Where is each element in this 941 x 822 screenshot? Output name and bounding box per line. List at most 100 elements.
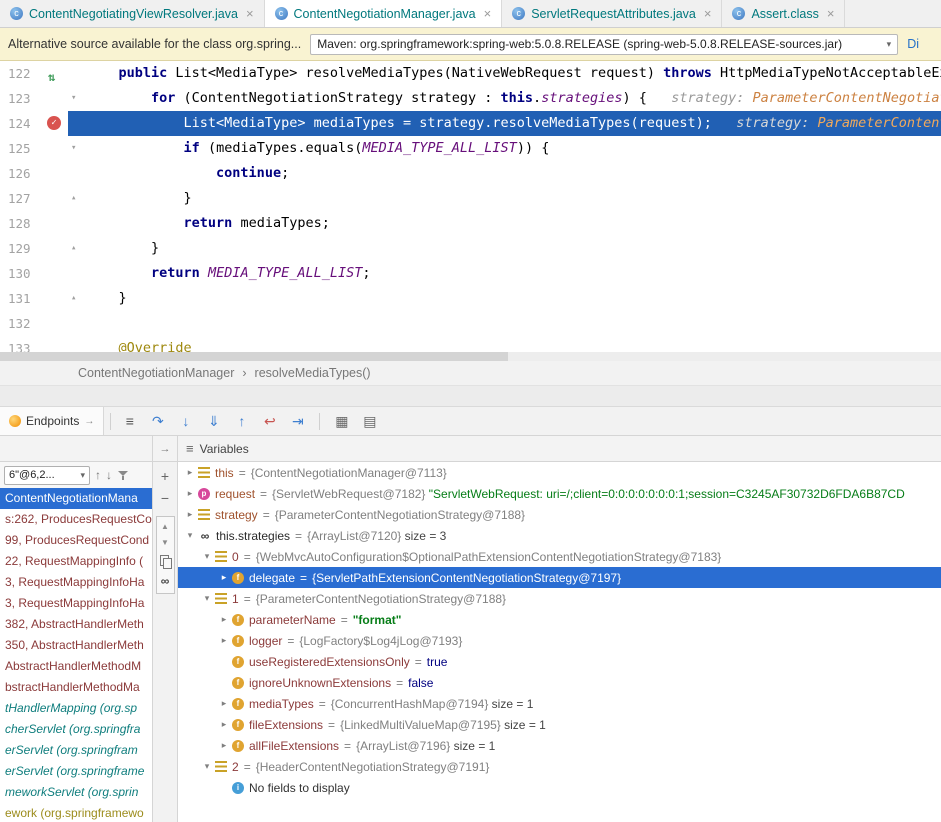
fold-up-icon[interactable]: ▴ — [71, 186, 76, 211]
code-text[interactable]: ▾ for (ContentNegotiationStrategy strate… — [68, 86, 941, 111]
collapse-icon[interactable]: ▾ — [199, 593, 215, 604]
previous-frame-icon[interactable]: ↑ — [95, 468, 101, 482]
code-text[interactable]: public List<MediaType> resolveMediaTypes… — [68, 61, 941, 86]
run-to-cursor-icon[interactable]: ⇥ — [285, 410, 310, 432]
code-text[interactable]: continue; — [68, 161, 941, 186]
fold-down-icon[interactable]: ▾ — [71, 86, 76, 111]
step-over-icon[interactable]: ↷ — [145, 410, 170, 432]
step-out-icon[interactable]: ↑ — [229, 410, 254, 432]
variable-row[interactable]: ▾0={WebMvcAutoConfiguration$OptionalPath… — [178, 546, 941, 567]
expand-icon[interactable]: ▸ — [216, 740, 232, 751]
frame-item[interactable]: erServlet (org.springframe — [0, 761, 152, 782]
code-line[interactable]: 123▾ for (ContentNegotiationStrategy str… — [0, 86, 941, 111]
code-line[interactable]: 132 — [0, 311, 941, 336]
code-line[interactable]: 129▴ } — [0, 236, 941, 261]
close-icon[interactable]: × — [246, 6, 254, 21]
collapse-icon[interactable]: ▾ — [199, 551, 215, 562]
expand-icon[interactable]: ▸ — [216, 698, 232, 709]
remove-watch-icon[interactable]: − — [161, 491, 169, 505]
close-icon[interactable]: × — [484, 6, 492, 21]
frame-item[interactable]: 382, AbstractHandlerMeth — [0, 614, 152, 635]
force-step-into-icon[interactable]: ⇓ — [201, 410, 226, 432]
move-watch-up-icon[interactable]: ▲ — [161, 523, 169, 531]
expand-icon[interactable]: ▸ — [182, 488, 198, 499]
view-options-icon[interactable]: ≡ — [117, 410, 142, 432]
breadcrumb-method[interactable]: resolveMediaTypes() — [255, 366, 371, 380]
frame-item[interactable]: 3, RequestMappingInfoHa — [0, 572, 152, 593]
expand-icon[interactable]: ▸ — [182, 467, 198, 478]
frame-item[interactable]: cherServlet (org.springfra — [0, 719, 152, 740]
code-line[interactable]: 130 return MEDIA_TYPE_ALL_LIST; — [0, 261, 941, 286]
variable-row[interactable]: fuseRegisteredExtensionsOnly=true — [178, 651, 941, 672]
filter-frames-icon[interactable] — [117, 469, 129, 481]
tab-content-negotiation-manager[interactable]: cContentNegotiationManager.java× — [265, 0, 503, 27]
fold-up-icon[interactable]: ▴ — [71, 236, 76, 261]
drop-frame-icon[interactable]: ↩ — [257, 410, 282, 432]
variable-row[interactable]: ▸ffileExtensions={LinkedMultiValueMap@71… — [178, 714, 941, 735]
variable-row[interactable]: ▾∞this.strategies={ArrayList@7120} size … — [178, 525, 941, 546]
collapse-icon[interactable]: ▾ — [182, 530, 198, 541]
tab-content-negotiating-view-resolver[interactable]: cContentNegotiatingViewResolver.java× — [0, 0, 265, 27]
variable-row[interactable]: ▸fdelegate={ServletPathExtensionContentN… — [178, 567, 941, 588]
code-text[interactable]: ▴ } — [68, 186, 941, 211]
code-line[interactable]: 127▴ } — [0, 186, 941, 211]
frame-item[interactable]: ContentNegotiationMana — [0, 488, 152, 509]
variable-row[interactable]: ▸fparameterName="format" — [178, 609, 941, 630]
collapse-icon[interactable]: ▾ — [199, 761, 215, 772]
frame-item[interactable]: tHandlerMapping (org.sp — [0, 698, 152, 719]
variable-row[interactable]: fignoreUnknownExtensions=false — [178, 672, 941, 693]
tab-endpoints[interactable]: Endpoints → — [0, 407, 104, 435]
expand-icon[interactable]: ▸ — [216, 719, 232, 730]
code-line[interactable]: 125▾ if (mediaTypes.equals(MEDIA_TYPE_AL… — [0, 136, 941, 161]
tab-servlet-request-attributes[interactable]: cServletRequestAttributes.java× — [502, 0, 722, 27]
code-text[interactable]: return MEDIA_TYPE_ALL_LIST; — [68, 261, 941, 286]
frame-item[interactable]: 3, RequestMappingInfoHa — [0, 593, 152, 614]
move-watch-down-icon[interactable]: ▼ — [161, 539, 169, 547]
variables-menu-icon[interactable]: ≡ — [186, 441, 194, 456]
breakpoint-icon[interactable]: ✓ — [47, 116, 61, 130]
code-text[interactable]: List<MediaType> mediaTypes = strategy.re… — [68, 111, 941, 136]
close-icon[interactable]: × — [827, 6, 835, 21]
jump-to-source-icon[interactable]: → — [84, 416, 94, 427]
frame-item[interactable]: ework (org.springframewo — [0, 803, 152, 822]
fold-up-icon[interactable]: ▴ — [71, 286, 76, 311]
layout-settings-icon[interactable]: ▤ — [357, 410, 382, 432]
code-line[interactable]: 128 return mediaTypes; — [0, 211, 941, 236]
show-watches-icon[interactable]: ∞ — [161, 575, 170, 587]
frame-item[interactable]: s:262, ProducesRequestCo — [0, 509, 152, 530]
close-icon[interactable]: × — [704, 6, 712, 21]
code-text[interactable]: return mediaTypes; — [68, 211, 941, 236]
code-text[interactable]: ▴ } — [68, 286, 941, 311]
variable-row[interactable]: ▸prequest={ServletWebRequest@7182} "Serv… — [178, 483, 941, 504]
frame-item[interactable]: erServlet (org.springfram — [0, 740, 152, 761]
frame-item[interactable]: bstractHandlerMethodMa — [0, 677, 152, 698]
expand-icon[interactable]: ▸ — [216, 635, 232, 646]
code-line[interactable]: 126 continue; — [0, 161, 941, 186]
code-line[interactable]: 131▴ } — [0, 286, 941, 311]
frame-item[interactable]: 22, RequestMappingInfo ( — [0, 551, 152, 572]
variable-row[interactable]: iNo fields to display — [178, 777, 941, 798]
code-text[interactable]: ▾ if (mediaTypes.equals(MEDIA_TYPE_ALL_L… — [68, 136, 941, 161]
frame-item[interactable]: AbstractHandlerMethodM — [0, 656, 152, 677]
evaluate-expression-icon[interactable]: ▦ — [329, 410, 354, 432]
pin-icon[interactable]: → — [160, 443, 171, 455]
add-watch-icon[interactable]: + — [161, 469, 169, 483]
next-frame-icon[interactable]: ↓ — [106, 468, 112, 482]
source-jar-dropdown[interactable]: Maven: org.springframework:spring-web:5.… — [310, 34, 898, 55]
variable-row[interactable]: ▸fmediaTypes={ConcurrentHashMap@7194} si… — [178, 693, 941, 714]
duplicate-watch-icon[interactable] — [160, 555, 171, 567]
frame-item[interactable]: meworkServlet (org.sprin — [0, 782, 152, 803]
frame-item[interactable]: 99, ProducesRequestCond — [0, 530, 152, 551]
thread-dropdown[interactable]: 6"@6,2... ▾ — [4, 466, 90, 485]
frame-item[interactable]: 350, AbstractHandlerMeth — [0, 635, 152, 656]
code-line[interactable]: 124✓ List<MediaType> mediaTypes = strate… — [0, 111, 941, 136]
variable-row[interactable]: ▸this={ContentNegotiationManager@7113} — [178, 462, 941, 483]
code-text[interactable]: ▴ } — [68, 236, 941, 261]
variable-row[interactable]: ▾2={HeaderContentNegotiationStrategy@719… — [178, 756, 941, 777]
horizontal-scrollbar[interactable] — [0, 352, 941, 361]
code-line[interactable]: 122⇅ public List<MediaType> resolveMedia… — [0, 61, 941, 86]
expand-icon[interactable]: ▸ — [182, 509, 198, 520]
disable-link[interactable]: Di — [907, 37, 919, 51]
tab-assert-class[interactable]: cAssert.class× — [722, 0, 845, 27]
fold-down-icon[interactable]: ▾ — [71, 136, 76, 161]
